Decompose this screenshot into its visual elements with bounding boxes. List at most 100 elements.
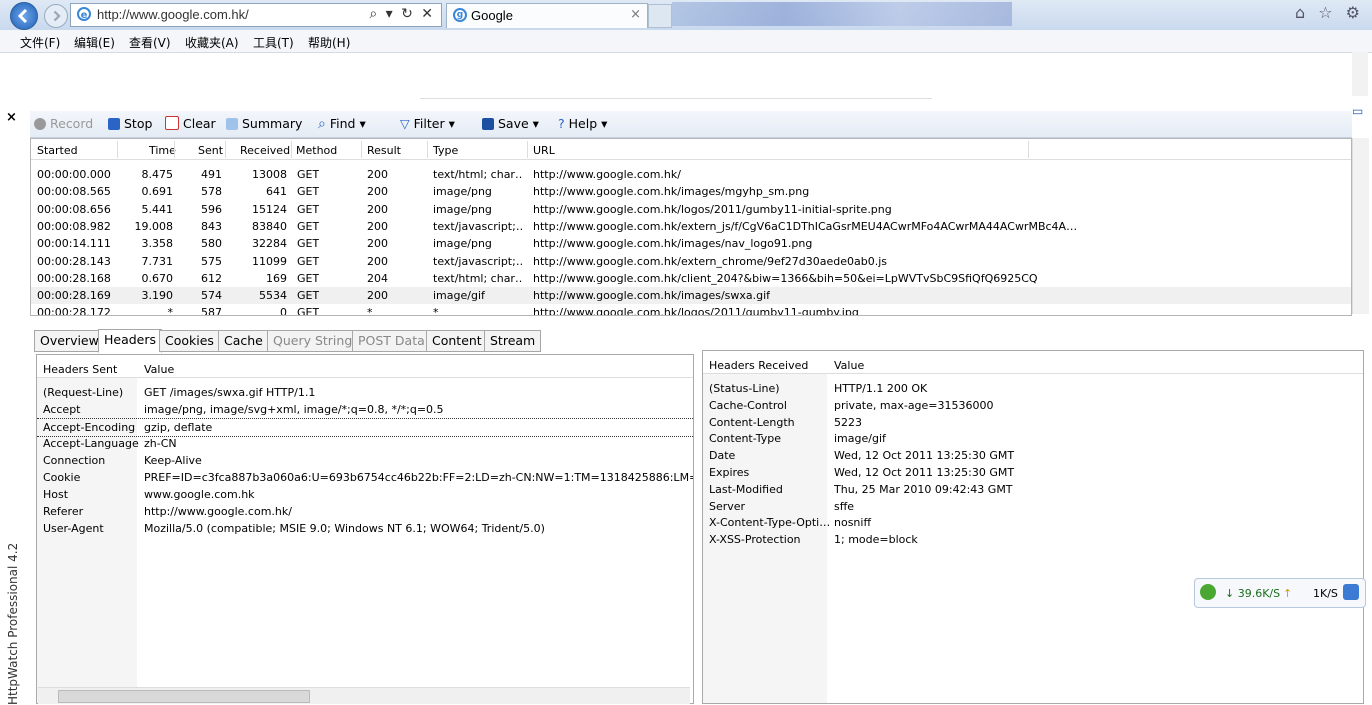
table-cell: 0: [280, 306, 287, 316]
table-row[interactable]: 00:00:08.982 19.008 843 83840 GET 200 text/jav…: [31, 218, 1351, 235]
table-cell: 00:00:08.565: [37, 185, 111, 199]
table-row[interactable]: 00:00:28.172 * 587 0 GET * * http://www.google.…: [31, 304, 1351, 316]
header-row[interactable]: Host www.google.com.hk: [37, 486, 693, 503]
menu-view[interactable]: 查看(V): [129, 34, 171, 51]
header-row[interactable]: X-XSS-Protection 1; mode=block: [703, 531, 1363, 548]
help-icon: ?: [558, 116, 565, 131]
browser-top-icons[interactable]: ⌂ ☆ ⚙: [1295, 3, 1364, 22]
tab-post-data[interactable]: POST Data: [352, 330, 431, 352]
header-row[interactable]: Date Wed, 12 Oct 2011 13:25:30 GMT: [703, 447, 1363, 464]
header-row[interactable]: (Status-Line) HTTP/1.1 200 OK: [703, 380, 1363, 397]
record-button[interactable]: Record: [34, 116, 93, 131]
tab-cookies[interactable]: Cookies: [159, 330, 220, 352]
table-cell: 00:00:28.143: [37, 254, 111, 268]
header-row[interactable]: Cache-Control private, max-age=31536000: [703, 397, 1363, 414]
grid-scrollbar[interactable]: [1352, 138, 1369, 314]
col-sent[interactable]: Sent: [198, 144, 223, 157]
tab-close-icon[interactable]: ×: [630, 7, 641, 22]
httpwatch-close-icon[interactable]: ×: [6, 110, 17, 125]
menu-edit[interactable]: 编辑(E): [74, 34, 115, 51]
clear-button[interactable]: Clear: [165, 116, 216, 131]
back-button[interactable]: [10, 2, 38, 30]
header-row[interactable]: Content-Type image/gif: [703, 430, 1363, 447]
header-row[interactable]: Content-Length 5223: [703, 414, 1363, 431]
header-row[interactable]: Last-Modified Thu, 25 Mar 2010 09:42:43 G…: [703, 481, 1363, 498]
tab-stream[interactable]: Stream: [484, 330, 542, 352]
new-tab-button[interactable]: [648, 4, 672, 28]
col-url[interactable]: URL: [533, 144, 555, 157]
header-name: X-XSS-Protection: [709, 533, 801, 547]
tab-content[interactable]: Content: [426, 330, 488, 352]
header-row[interactable]: Referer http://www.google.com.hk/: [37, 503, 693, 520]
net-speed-widget[interactable]: ↓ 39.6K/S ↑ 1K/S: [1194, 578, 1366, 608]
table-cell: 596: [201, 202, 222, 216]
header-row[interactable]: Server sffe: [703, 498, 1363, 515]
menu-tools[interactable]: 工具(T): [253, 34, 294, 51]
header-row[interactable]: Connection Keep-Alive: [37, 452, 693, 469]
table-cell: 200: [367, 237, 388, 251]
header-value: nosniff: [834, 516, 872, 530]
page-scrollbar[interactable]: [1352, 52, 1368, 96]
help-button[interactable]: ? Help ▾: [558, 116, 607, 131]
headers-received-col[interactable]: Headers Received: [709, 359, 808, 372]
address-text[interactable]: http://www.google.com.hk/: [97, 7, 249, 22]
header-row[interactable]: Accept-Language zh-CN: [37, 435, 693, 452]
table-row[interactable]: 00:00:28.143 7.731 575 11099 GET 200 text/java…: [31, 253, 1351, 270]
table-row[interactable]: 00:00:14.111 3.358 580 32284 GET 200 image/png…: [31, 235, 1351, 252]
tab-query-string[interactable]: Query String: [267, 330, 359, 352]
header-row[interactable]: (Request-Line) GET /images/swxa.gif HTTP/…: [37, 384, 693, 401]
header-name: X-Content-Type-Opti…: [709, 516, 831, 530]
summary-button[interactable]: Summary: [226, 116, 302, 131]
horizontal-scrollbar[interactable]: [38, 687, 690, 704]
headers-sent-value-col[interactable]: Value: [144, 363, 174, 376]
col-received[interactable]: Received: [240, 144, 290, 157]
table-row[interactable]: 00:00:08.656 5.441 596 15124 GET 200 image/png…: [31, 201, 1351, 218]
table-row[interactable]: 00:00:28.168 0.670 612 169 GET 204 text/html; …: [31, 270, 1351, 287]
menu-file[interactable]: 文件(F): [20, 34, 60, 51]
col-method[interactable]: Method: [296, 144, 337, 157]
header-name: Content-Length: [709, 415, 795, 429]
table-cell: 11099: [252, 254, 287, 268]
filter-label: Filter: [413, 116, 445, 131]
header-row[interactable]: Accept image/png, image/svg+xml, image/*;…: [37, 401, 693, 418]
header-row[interactable]: X-Content-Type-Opti… nosniff: [703, 514, 1363, 531]
table-cell: 00:00:28.172: [37, 306, 111, 316]
find-button[interactable]: ⌕ Find ▾: [318, 116, 366, 132]
header-value: http://www.google.com.hk/: [144, 505, 292, 518]
col-type[interactable]: Type: [433, 144, 458, 157]
headers-sent-header: Headers Sent Value: [37, 355, 693, 378]
address-tools[interactable]: ⌕ ▾ ↻ ✕: [369, 6, 435, 22]
table-cell: 00:00:28.168: [37, 271, 111, 285]
tab-cache[interactable]: Cache: [218, 330, 269, 352]
menu-favorites[interactable]: 收藏夹(A): [185, 34, 239, 51]
table-row[interactable]: 00:00:00.000 8.475 491 13008 GET 200 text/html…: [31, 166, 1351, 183]
headers-received-value-col[interactable]: Value: [834, 359, 864, 372]
header-row[interactable]: Expires Wed, 12 Oct 2011 13:25:30 GMT: [703, 464, 1363, 481]
header-row[interactable]: Cookie PREF=ID=c3fca887b3a060a6:U=693b675…: [37, 469, 693, 486]
col-time[interactable]: Time: [149, 144, 176, 157]
filter-button[interactable]: ▽ Filter ▾: [400, 116, 455, 131]
table-row[interactable]: 00:00:28.169 3.190 574 5534 GET 200 image/gif h…: [31, 287, 1351, 305]
header-value: 1; mode=block: [834, 533, 918, 547]
table-cell: 580: [201, 237, 222, 251]
headers-sent-col[interactable]: Headers Sent: [43, 363, 117, 376]
table-cell: 15124: [252, 202, 287, 216]
save-button[interactable]: Save ▾: [482, 116, 539, 131]
col-started[interactable]: Started: [37, 144, 78, 157]
table-cell: GET: [297, 185, 320, 199]
header-row[interactable]: User-Agent Mozilla/5.0 (compatible; MSIE …: [37, 520, 693, 537]
header-name: Server: [709, 499, 746, 513]
header-value: Keep-Alive: [144, 454, 202, 467]
address-bar[interactable]: e http://www.google.com.hk/ ⌕ ▾ ↻ ✕: [70, 3, 442, 27]
menu-help[interactable]: 帮助(H): [308, 34, 350, 51]
tab-headers[interactable]: Headers: [98, 329, 163, 353]
col-result[interactable]: Result: [367, 144, 401, 157]
browser-tab[interactable]: g Google ×: [446, 3, 648, 28]
horizontal-scroll-thumb[interactable]: [58, 690, 310, 703]
tab-overview[interactable]: Overview: [34, 330, 105, 352]
panel-restore-icon[interactable]: ▭: [1352, 104, 1363, 118]
table-row[interactable]: 00:00:08.565 0.691 578 641 GET 200 image/png ht…: [31, 183, 1351, 200]
stop-button[interactable]: Stop: [108, 116, 152, 131]
forward-button[interactable]: [44, 4, 68, 28]
table-cell: 200: [367, 202, 388, 216]
